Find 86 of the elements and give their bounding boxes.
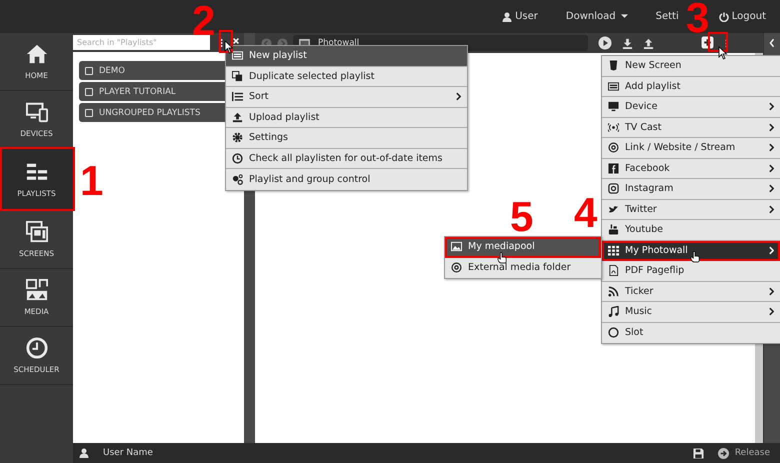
menu-item-icon xyxy=(608,142,619,154)
menu-item-icon xyxy=(232,152,243,164)
menu-item-icon xyxy=(608,204,619,215)
menu-item[interactable]: Add playlist xyxy=(602,76,780,97)
menu-item[interactable]: Ticker xyxy=(602,282,780,302)
menu-item[interactable]: Youtube xyxy=(602,220,780,240)
user-name: User Name xyxy=(103,448,153,458)
collapse-icon[interactable] xyxy=(769,38,775,48)
arrow-icon xyxy=(718,448,729,458)
menu-item-icon xyxy=(232,132,243,144)
menu-item-icon xyxy=(608,244,619,256)
clock-icon xyxy=(26,337,48,359)
chevron-icon xyxy=(769,122,774,132)
menu-item[interactable]: New playlist xyxy=(226,46,467,66)
vertical-dots-icon xyxy=(220,38,224,48)
chevron-icon xyxy=(769,143,774,152)
hand-cursor-icon xyxy=(690,250,700,264)
top-menu-link[interactable]: Download xyxy=(566,11,628,22)
save-icon[interactable] xyxy=(692,448,704,458)
user-icon xyxy=(502,12,512,22)
play-icon[interactable] xyxy=(598,36,612,50)
menu-item[interactable]: Twitter xyxy=(602,200,780,220)
menu-item-icon xyxy=(232,50,243,62)
menu-item-icon xyxy=(451,262,462,274)
menu-item-icon xyxy=(232,91,243,102)
chevron-icon xyxy=(769,307,774,316)
media-icon xyxy=(26,279,48,301)
pointer-cursor-icon xyxy=(224,40,234,54)
top-menu-link[interactable]: Logout xyxy=(718,11,766,22)
menu-item-icon xyxy=(608,122,619,133)
menu-item-icon xyxy=(451,241,462,252)
step-number: 4 xyxy=(574,192,598,234)
menu-item[interactable]: PDF Pageflip xyxy=(602,261,780,282)
menu-item[interactable]: Check all playlisten for out-of-date items xyxy=(226,148,467,169)
menu-item[interactable]: Slot xyxy=(602,322,780,343)
menu-item[interactable]: My mediapool xyxy=(445,237,601,258)
upload-icon[interactable] xyxy=(643,38,654,48)
menu-item[interactable]: Duplicate selected playlist xyxy=(226,66,467,87)
menu-item-icon xyxy=(232,174,243,185)
menu-item[interactable]: New Screen xyxy=(602,56,780,76)
devices-icon xyxy=(26,101,48,123)
top-menu-link[interactable]: Setti xyxy=(656,11,679,22)
menu-item-icon xyxy=(608,101,619,112)
menu-item[interactable]: My Photowall xyxy=(602,240,780,261)
menu-item[interactable]: External media folder xyxy=(445,258,601,278)
search-field[interactable]: Search in "Playlists" xyxy=(73,35,210,50)
chevron-icon xyxy=(456,92,461,102)
menu-item-icon xyxy=(608,265,619,276)
user-icon xyxy=(79,448,89,458)
menu-item-icon xyxy=(608,224,619,236)
menu-item[interactable]: Music xyxy=(602,302,780,322)
menu-item-icon xyxy=(232,112,243,123)
menu-item[interactable]: TV Cast xyxy=(602,118,780,138)
screens-icon xyxy=(26,221,48,243)
release-button[interactable]: Release xyxy=(718,448,770,458)
chevron-icon xyxy=(769,164,774,173)
chevron-icon xyxy=(769,102,774,112)
step-number: 5 xyxy=(510,196,534,238)
caret-icon xyxy=(620,14,628,19)
menu-item-icon xyxy=(608,327,619,338)
menu-item-icon xyxy=(608,80,619,92)
menu-item[interactable]: Sort xyxy=(226,87,467,108)
menu-item-icon xyxy=(608,306,619,318)
menu-item[interactable]: Link / Website / Stream xyxy=(602,138,780,158)
chevron-icon xyxy=(769,286,774,296)
menu-item[interactable]: Facebook xyxy=(602,158,780,179)
menu-item[interactable]: Settings xyxy=(226,128,467,148)
menu-item-icon xyxy=(608,60,619,72)
download-icon[interactable] xyxy=(622,38,633,48)
top-menu-link[interactable]: User xyxy=(502,11,538,22)
menu-item-icon xyxy=(608,286,619,297)
chevron-icon xyxy=(769,184,774,194)
menu-item[interactable]: Instagram xyxy=(602,179,780,200)
step-number: 3 xyxy=(686,0,710,39)
menu-item[interactable]: Playlist and group control xyxy=(226,169,467,190)
chevron-icon xyxy=(769,204,774,214)
menu-item-icon xyxy=(232,70,243,82)
menu-item[interactable]: Upload playlist xyxy=(226,108,467,128)
house-icon xyxy=(26,43,48,65)
list-icon xyxy=(26,161,48,183)
menu-item-icon xyxy=(608,162,619,174)
chevron-icon xyxy=(769,246,774,255)
power-icon xyxy=(718,12,729,22)
step-number: 1 xyxy=(80,160,104,202)
menu-item[interactable]: Device xyxy=(602,97,780,118)
menu-item-icon xyxy=(608,183,619,194)
